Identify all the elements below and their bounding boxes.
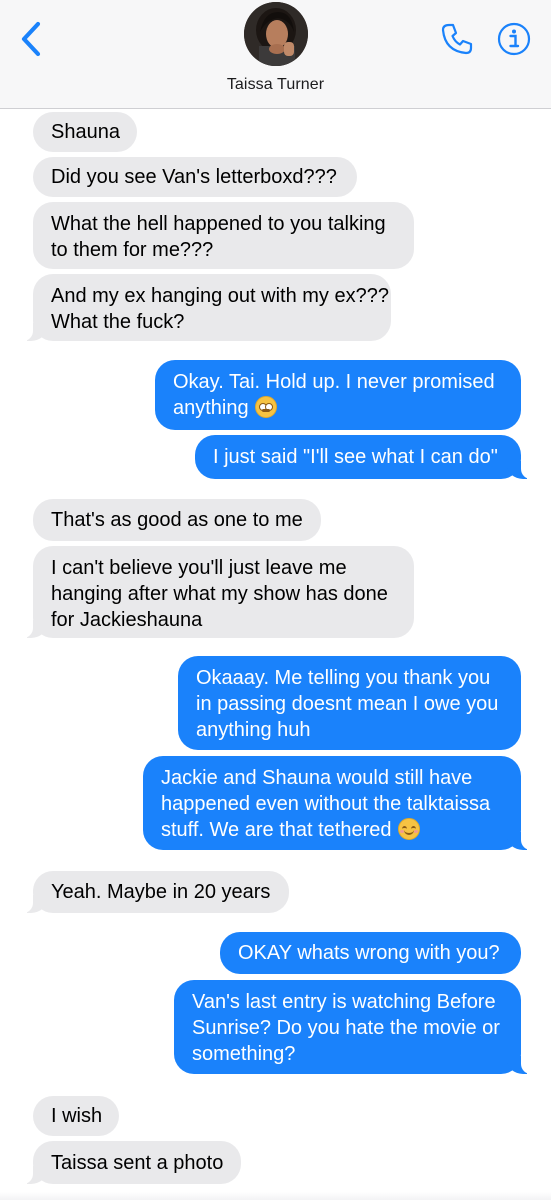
back-button[interactable] (16, 20, 50, 58)
outgoing-message[interactable]: Okay. Tai. Hold up. I never promised any… (155, 360, 521, 430)
message-text: I can't believe you'll just leave me han… (51, 555, 388, 633)
smiling-face-emoji-icon (397, 818, 420, 840)
message-text: And my ex hanging out with my ex??? What… (51, 283, 389, 335)
phone-icon (441, 23, 473, 55)
message-line: something? (192, 1043, 296, 1065)
incoming-message[interactable]: I can't believe you'll just leave me han… (19, 546, 414, 638)
message-text: Yeah. Maybe in 20 years (51, 881, 271, 903)
contact-avatar[interactable] (244, 2, 308, 66)
message-text: That's as good as one to me (51, 509, 303, 531)
incoming-message[interactable]: I wish (33, 1096, 119, 1136)
next-message-peek (0, 1192, 551, 1200)
contact-name[interactable]: Taissa Turner (0, 76, 551, 94)
message-line: Van's last entry is watching Before (192, 991, 496, 1013)
message-line: What the fuck? (51, 311, 185, 333)
message-text: OKAY whats wrong with you? (238, 942, 500, 964)
incoming-message[interactable]: And my ex hanging out with my ex??? What… (19, 274, 391, 341)
message-text: What the hell happened to you talking to… (51, 211, 386, 263)
outgoing-message[interactable]: OKAY whats wrong with you? (220, 932, 521, 974)
incoming-message[interactable]: Shauna (33, 112, 137, 152)
message-text: Did you see Van's letterboxd??? (51, 166, 337, 188)
rolling-eyes-emoji-icon (254, 396, 277, 418)
outgoing-message[interactable]: Okaaay. Me telling you thank you in pass… (178, 656, 521, 750)
call-button[interactable] (440, 22, 474, 56)
message-line: to them for me??? (51, 239, 214, 261)
avatar-photo (244, 2, 308, 66)
incoming-message[interactable]: Taissa sent a photo (19, 1141, 241, 1184)
message-text: Jackie and Shauna would still have happe… (161, 765, 490, 843)
message-line: stuff. We are that tethered (161, 819, 392, 841)
outgoing-message[interactable]: I just said "I'll see what I can do" (195, 435, 535, 479)
message-text: Van's last entry is watching Before Sunr… (192, 989, 500, 1067)
info-button[interactable] (497, 22, 531, 56)
message-line: Jackie and Shauna would still have (161, 767, 473, 789)
message-line: Okaaay. Me telling you thank you (196, 667, 491, 689)
conversation-header: Taissa Turner (0, 0, 551, 109)
message-line: in passing doesnt mean I owe you (196, 693, 499, 715)
message-line: hanging after what my show has done (51, 583, 388, 605)
message-text: Okaaay. Me telling you thank you in pass… (196, 665, 498, 743)
messages-screen: Taissa Turner Shauna Did you see Van's l… (0, 0, 551, 1200)
info-icon (497, 22, 531, 56)
message-line: anything huh (196, 719, 311, 741)
message-line: Okay. Tai. Hold up. I never promised (173, 371, 495, 393)
outgoing-message[interactable]: Van's last entry is watching Before Sunr… (174, 980, 535, 1074)
message-line: anything (173, 397, 249, 419)
message-text: Shauna (51, 121, 120, 143)
incoming-message[interactable]: That's as good as one to me (33, 499, 321, 541)
message-text: I wish (51, 1105, 103, 1127)
message-line: What the hell happened to you talking (51, 213, 386, 235)
message-text: Taissa sent a photo (51, 1151, 224, 1174)
message-line: I can't believe you'll just leave me (51, 557, 347, 579)
outgoing-message[interactable]: Jackie and Shauna would still have happe… (143, 756, 535, 850)
incoming-message[interactable]: Did you see Van's letterboxd??? (33, 157, 357, 197)
incoming-message[interactable]: What the hell happened to you talking to… (33, 202, 414, 269)
incoming-message[interactable]: Yeah. Maybe in 20 years (19, 871, 289, 913)
message-line: happened even without the talktaissa (161, 793, 491, 815)
message-line: Sunrise? Do you hate the movie or (192, 1017, 500, 1039)
message-line: And my ex hanging out with my ex??? (51, 285, 389, 307)
message-line: for Jackieshauna (51, 609, 203, 631)
message-text: Okay. Tai. Hold up. I never promised any… (173, 369, 495, 421)
chevron-left-icon (21, 21, 41, 57)
message-text: I just said "I'll see what I can do" (213, 446, 498, 468)
